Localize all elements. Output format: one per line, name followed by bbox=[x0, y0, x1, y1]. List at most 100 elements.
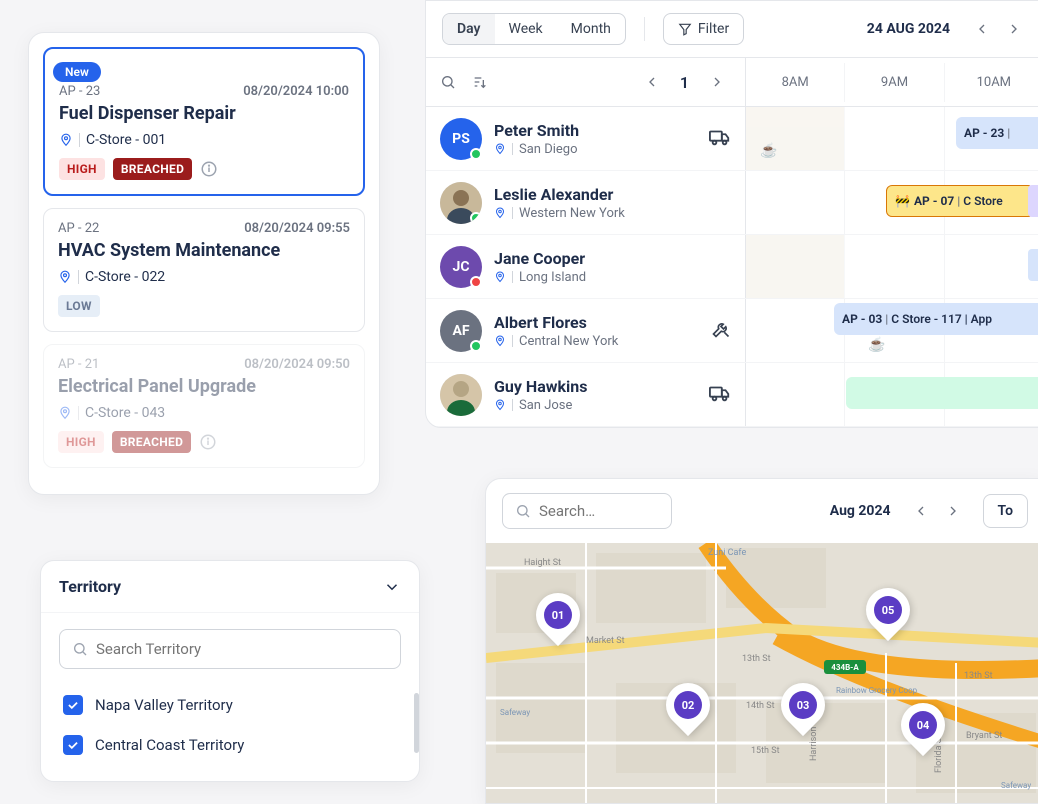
tools-icon bbox=[711, 319, 731, 343]
person-location: Long Island bbox=[519, 270, 586, 285]
svg-text:Bryant St: Bryant St bbox=[966, 731, 1002, 741]
pin-icon bbox=[59, 133, 73, 147]
page-prev-button[interactable] bbox=[638, 68, 666, 96]
svg-text:14th St: 14th St bbox=[746, 701, 775, 711]
map-background: 434B-A Haight St Market St 14th St 15th … bbox=[486, 543, 1038, 803]
person-name: Albert Flores bbox=[494, 313, 699, 332]
territory-header[interactable]: Territory bbox=[41, 561, 419, 613]
avatar: AF bbox=[440, 310, 482, 352]
checkbox-checked[interactable] bbox=[63, 695, 83, 715]
view-month-button[interactable]: Month bbox=[557, 14, 625, 44]
work-orders-panel: New AP - 23 08/20/2024 10:00 Fuel Dispen… bbox=[28, 32, 380, 495]
scrollbar[interactable] bbox=[414, 693, 419, 753]
territory-search[interactable] bbox=[59, 629, 401, 669]
svg-text:Zuni Cafe: Zuni Cafe bbox=[708, 548, 746, 558]
work-order-title: Fuel Dispenser Repair bbox=[59, 103, 349, 124]
search-icon bbox=[72, 641, 88, 657]
svg-text:13th St: 13th St bbox=[742, 654, 771, 664]
svg-text:434B-A: 434B-A bbox=[831, 663, 859, 672]
search-icon bbox=[515, 503, 531, 519]
page-next-button[interactable] bbox=[703, 68, 731, 96]
search-icon[interactable] bbox=[440, 74, 456, 90]
timeline-bar[interactable] bbox=[1028, 185, 1038, 217]
status-dot bbox=[470, 148, 482, 160]
svg-text:Safeway: Safeway bbox=[500, 708, 530, 717]
pin-icon bbox=[494, 271, 506, 283]
map-search-input[interactable] bbox=[539, 502, 659, 520]
work-order-card[interactable]: AP - 22 08/20/2024 09:55 HVAC System Mai… bbox=[43, 208, 365, 332]
scheduler-row: AF Albert Flores Central New York AP - 0… bbox=[426, 299, 1038, 363]
map-prev-button[interactable] bbox=[907, 497, 935, 525]
scheduler-row: Leslie Alexander Western New York 🚧 AP -… bbox=[426, 171, 1038, 235]
pin-icon bbox=[58, 406, 72, 420]
work-order-card[interactable]: AP - 21 08/20/2024 09:50 Electrical Pane… bbox=[43, 344, 365, 468]
map-next-button[interactable] bbox=[939, 497, 967, 525]
view-toggle: Day Week Month bbox=[442, 13, 626, 45]
timeline-bar[interactable]: AP - 23| bbox=[956, 117, 1038, 149]
scheduler-row: JC Jane Cooper Long Island bbox=[426, 235, 1038, 299]
coffee-icon: ☕ bbox=[868, 337, 885, 353]
timeline-bar[interactable]: AP - 03|C Store - 117 | App bbox=[834, 303, 1038, 335]
truck-icon bbox=[709, 382, 731, 408]
territory-item[interactable]: Central Coast Territory bbox=[59, 725, 401, 765]
breached-tag: BREACHED bbox=[112, 431, 191, 453]
map-panel: Aug 2024 To bbox=[485, 478, 1038, 804]
work-order-date: 08/20/2024 10:00 bbox=[243, 84, 349, 99]
map-area[interactable]: 434B-A Haight St Market St 14th St 15th … bbox=[486, 543, 1038, 803]
avatar: JC bbox=[440, 246, 482, 288]
pin-icon bbox=[494, 399, 506, 411]
coffee-icon: ☕ bbox=[760, 143, 777, 159]
info-icon[interactable] bbox=[200, 160, 218, 178]
work-order-location: C-Store - 001 bbox=[86, 132, 166, 148]
sort-icon[interactable] bbox=[472, 74, 488, 90]
timeline-bar[interactable] bbox=[846, 377, 1038, 409]
territory-search-input[interactable] bbox=[96, 640, 388, 658]
svg-text:15th St: 15th St bbox=[751, 746, 780, 756]
work-order-card[interactable]: New AP - 23 08/20/2024 10:00 Fuel Dispen… bbox=[43, 47, 365, 196]
date-prev-button[interactable] bbox=[968, 15, 996, 43]
svg-text:Safeway: Safeway bbox=[1001, 781, 1031, 790]
person-location: Central New York bbox=[519, 334, 618, 349]
map-date: Aug 2024 bbox=[830, 503, 891, 519]
filter-button[interactable]: Filter bbox=[663, 13, 744, 45]
chevron-down-icon bbox=[383, 578, 401, 596]
view-week-button[interactable]: Week bbox=[495, 14, 557, 44]
checkbox-checked[interactable] bbox=[63, 735, 83, 755]
work-order-location: C-Store - 022 bbox=[85, 269, 165, 285]
person-location: San Jose bbox=[519, 398, 572, 413]
territory-title: Territory bbox=[59, 577, 121, 596]
view-day-button[interactable]: Day bbox=[443, 14, 495, 44]
info-icon[interactable] bbox=[199, 433, 217, 451]
territory-item[interactable]: Napa Valley Territory bbox=[59, 685, 401, 725]
timeline-bar[interactable]: 🚧 AP - 07|C Store bbox=[886, 185, 1034, 217]
status-dot bbox=[470, 276, 482, 288]
work-order-title: HVAC System Maintenance bbox=[58, 240, 350, 261]
svg-text:Rainbow Grocery Coop: Rainbow Grocery Coop bbox=[836, 686, 918, 695]
time-header: 9AM bbox=[845, 63, 944, 102]
page-number: 1 bbox=[680, 73, 689, 92]
territory-panel: Territory Napa Valley Territory Central … bbox=[40, 560, 420, 782]
truck-icon bbox=[709, 126, 731, 152]
person-name: Guy Hawkins bbox=[494, 377, 697, 396]
scheduler-row: Guy Hawkins San Jose bbox=[426, 363, 1038, 427]
svg-text:Haight St: Haight St bbox=[524, 558, 561, 568]
today-button[interactable]: To bbox=[983, 494, 1028, 528]
time-header: 10AM bbox=[945, 63, 1038, 102]
scheduler-date: 24 AUG 2024 bbox=[867, 21, 950, 37]
map-search[interactable] bbox=[502, 493, 672, 529]
scheduler-panel: Day Week Month Filter 24 AUG 2024 bbox=[425, 0, 1038, 428]
work-order-date: 08/20/2024 09:55 bbox=[244, 221, 350, 236]
time-header: 8AM bbox=[746, 63, 845, 102]
territory-label: Central Coast Territory bbox=[95, 736, 244, 754]
date-next-button[interactable] bbox=[1000, 15, 1028, 43]
work-order-location: C-Store - 043 bbox=[85, 405, 165, 421]
svg-text:Market St: Market St bbox=[586, 636, 625, 646]
scheduler-row: PS Peter Smith San Diego ☕ AP - 23| bbox=[426, 107, 1038, 171]
timeline-bar[interactable] bbox=[1028, 249, 1038, 281]
person-location: Western New York bbox=[519, 206, 625, 221]
person-name: Leslie Alexander bbox=[494, 185, 731, 204]
avatar bbox=[440, 374, 482, 416]
filter-icon bbox=[678, 22, 692, 36]
territory-label: Napa Valley Territory bbox=[95, 696, 233, 714]
work-order-title: Electrical Panel Upgrade bbox=[58, 376, 350, 397]
